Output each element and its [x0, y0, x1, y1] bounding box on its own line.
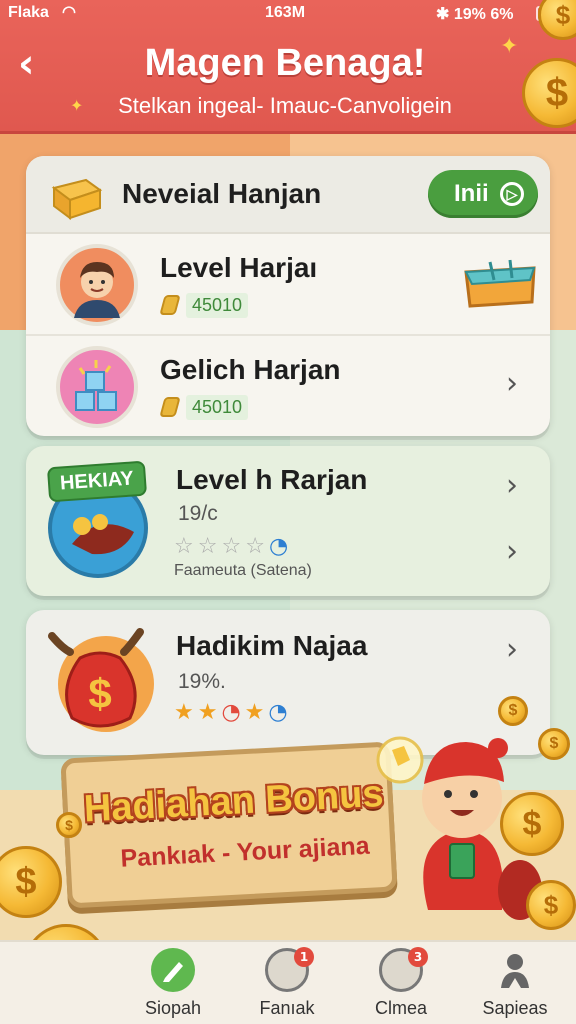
nav-label: Siopah: [144, 998, 202, 1018]
card-title: Neveial Hanjan: [122, 178, 322, 209]
bonus-banner[interactable]: Hadiahan Bonus Pankıak - Your ajiana: [60, 741, 398, 909]
wifi-icon: ◠: [62, 4, 76, 21]
box-icon: [51, 178, 103, 220]
card-title: Level h Rarjan: [176, 464, 368, 495]
rating-stars: ☆ ☆ ☆ ☆ ◔: [174, 534, 288, 559]
coin-icon: $: [498, 696, 528, 726]
star-icon: ☆: [221, 534, 242, 559]
card-subtitle: Faameuta (Satena): [174, 562, 312, 579]
svg-text:$: $: [88, 670, 111, 717]
money-bag-icon: $: [48, 628, 154, 732]
star-icon: ☆: [245, 534, 265, 559]
coin-icon: $: [538, 728, 570, 760]
coin-icon: $: [526, 880, 576, 930]
chevron-right-icon[interactable]: ›: [506, 366, 518, 401]
card-percent: 19/c: [178, 502, 218, 525]
carrier-label: Flaka: [8, 4, 49, 21]
star-icon: ☆: [174, 534, 194, 559]
list-item-gelich[interactable]: Gelich Harjan 45010 ›: [26, 338, 550, 436]
nav-item-faniak[interactable]: 1 Fanıak: [232, 947, 342, 1024]
level-badge: HEKIAY: [46, 460, 147, 503]
cubes-icon: [75, 360, 117, 411]
gauge-icon: 3: [379, 947, 428, 992]
page-title: Magen Benaga!: [144, 42, 426, 84]
sparkle-icon: ✦: [500, 34, 519, 59]
chevron-right-icon[interactable]: ›: [506, 534, 518, 569]
coin-icon: [159, 397, 181, 417]
nav-item-clmea[interactable]: 3 Clmea: [346, 947, 456, 1024]
header: Flaka ◠ 163M ✱ 19% 6% ‹ Magen Benaga! St…: [0, 0, 576, 134]
level-card[interactable]: HEKIAY Level h Rarjan 19/c ☆ ☆ ☆ ☆ ◔ Faa…: [26, 446, 550, 596]
rewards-card: Neveial Hanjan Inii ▷ Level Harjaı 45010: [26, 156, 550, 436]
chest-icon: [464, 259, 536, 308]
list-item-title: Gelich Harjan: [160, 354, 341, 385]
helmet-icon: 1: [265, 947, 314, 992]
arrow-icon: ▷: [500, 182, 524, 206]
banner-title: Hadiahan Bonus: [82, 772, 385, 831]
coin-icon: $: [500, 792, 564, 856]
nav-label: Fanıak: [259, 998, 315, 1018]
star-icon: ★: [244, 700, 265, 725]
back-button[interactable]: ‹: [18, 44, 52, 84]
battery-percent: 19% 6%: [453, 6, 514, 23]
list-item-level[interactable]: Level Harjaı 45010: [26, 236, 550, 336]
nav-item-sapieas[interactable]: Sapieas: [460, 948, 570, 1024]
person-icon: [493, 948, 537, 992]
coin-value: 45010: [159, 394, 249, 420]
nav-item-siopah[interactable]: Siopah: [118, 948, 228, 1024]
pen-icon: [151, 948, 195, 992]
card-title: Hadikim Najaa: [176, 630, 368, 661]
rating-stars: ★ ★ ◔ ★ ◔: [174, 700, 288, 725]
nav-label: Clmea: [374, 998, 427, 1018]
status-time: 163M: [265, 4, 306, 21]
avatar: [56, 244, 138, 326]
notification-badge: 1: [294, 947, 314, 967]
star-icon: ★: [197, 700, 218, 725]
nav-label: Sapieas: [482, 998, 548, 1018]
chevron-right-icon[interactable]: ›: [506, 468, 518, 503]
chevron-right-icon[interactable]: ›: [506, 632, 518, 667]
coin-icon: $: [56, 812, 82, 838]
timer-icon: ◔: [268, 534, 289, 559]
coin-amount: 45010: [186, 292, 249, 318]
coin-icon: [159, 295, 181, 315]
gift-avatar: [56, 346, 138, 428]
person-icon: [74, 262, 120, 318]
page-subtitle: Stelkan ingeal- Imauc-Canvoligein: [118, 93, 452, 118]
notification-badge: 3: [408, 947, 428, 967]
card-header: Neveial Hanjan Inii ▷: [26, 156, 550, 234]
star-icon: ★: [174, 700, 194, 725]
status-right: ✱ 19% 6%: [436, 6, 514, 23]
card-percent: 19%.: [178, 670, 226, 693]
inii-button[interactable]: Inii ▷: [428, 170, 538, 218]
coin-amount: 45010: [186, 394, 249, 420]
star-icon: ☆: [197, 534, 218, 559]
sparkle-icon: ✦: [70, 96, 84, 115]
timer-icon: ◔: [268, 700, 288, 725]
inii-button-label: Inii: [454, 180, 489, 207]
timer-icon: ◔: [221, 700, 241, 725]
list-item-title: Level Harjaı: [160, 252, 318, 283]
coin-value: 45010: [159, 292, 249, 318]
status-bar: Flaka ◠ 163M ✱ 19% 6%: [0, 4, 576, 24]
bottom-nav: Siopah 1 Fanıak 3 Clmea Sapieas: [0, 940, 576, 1024]
